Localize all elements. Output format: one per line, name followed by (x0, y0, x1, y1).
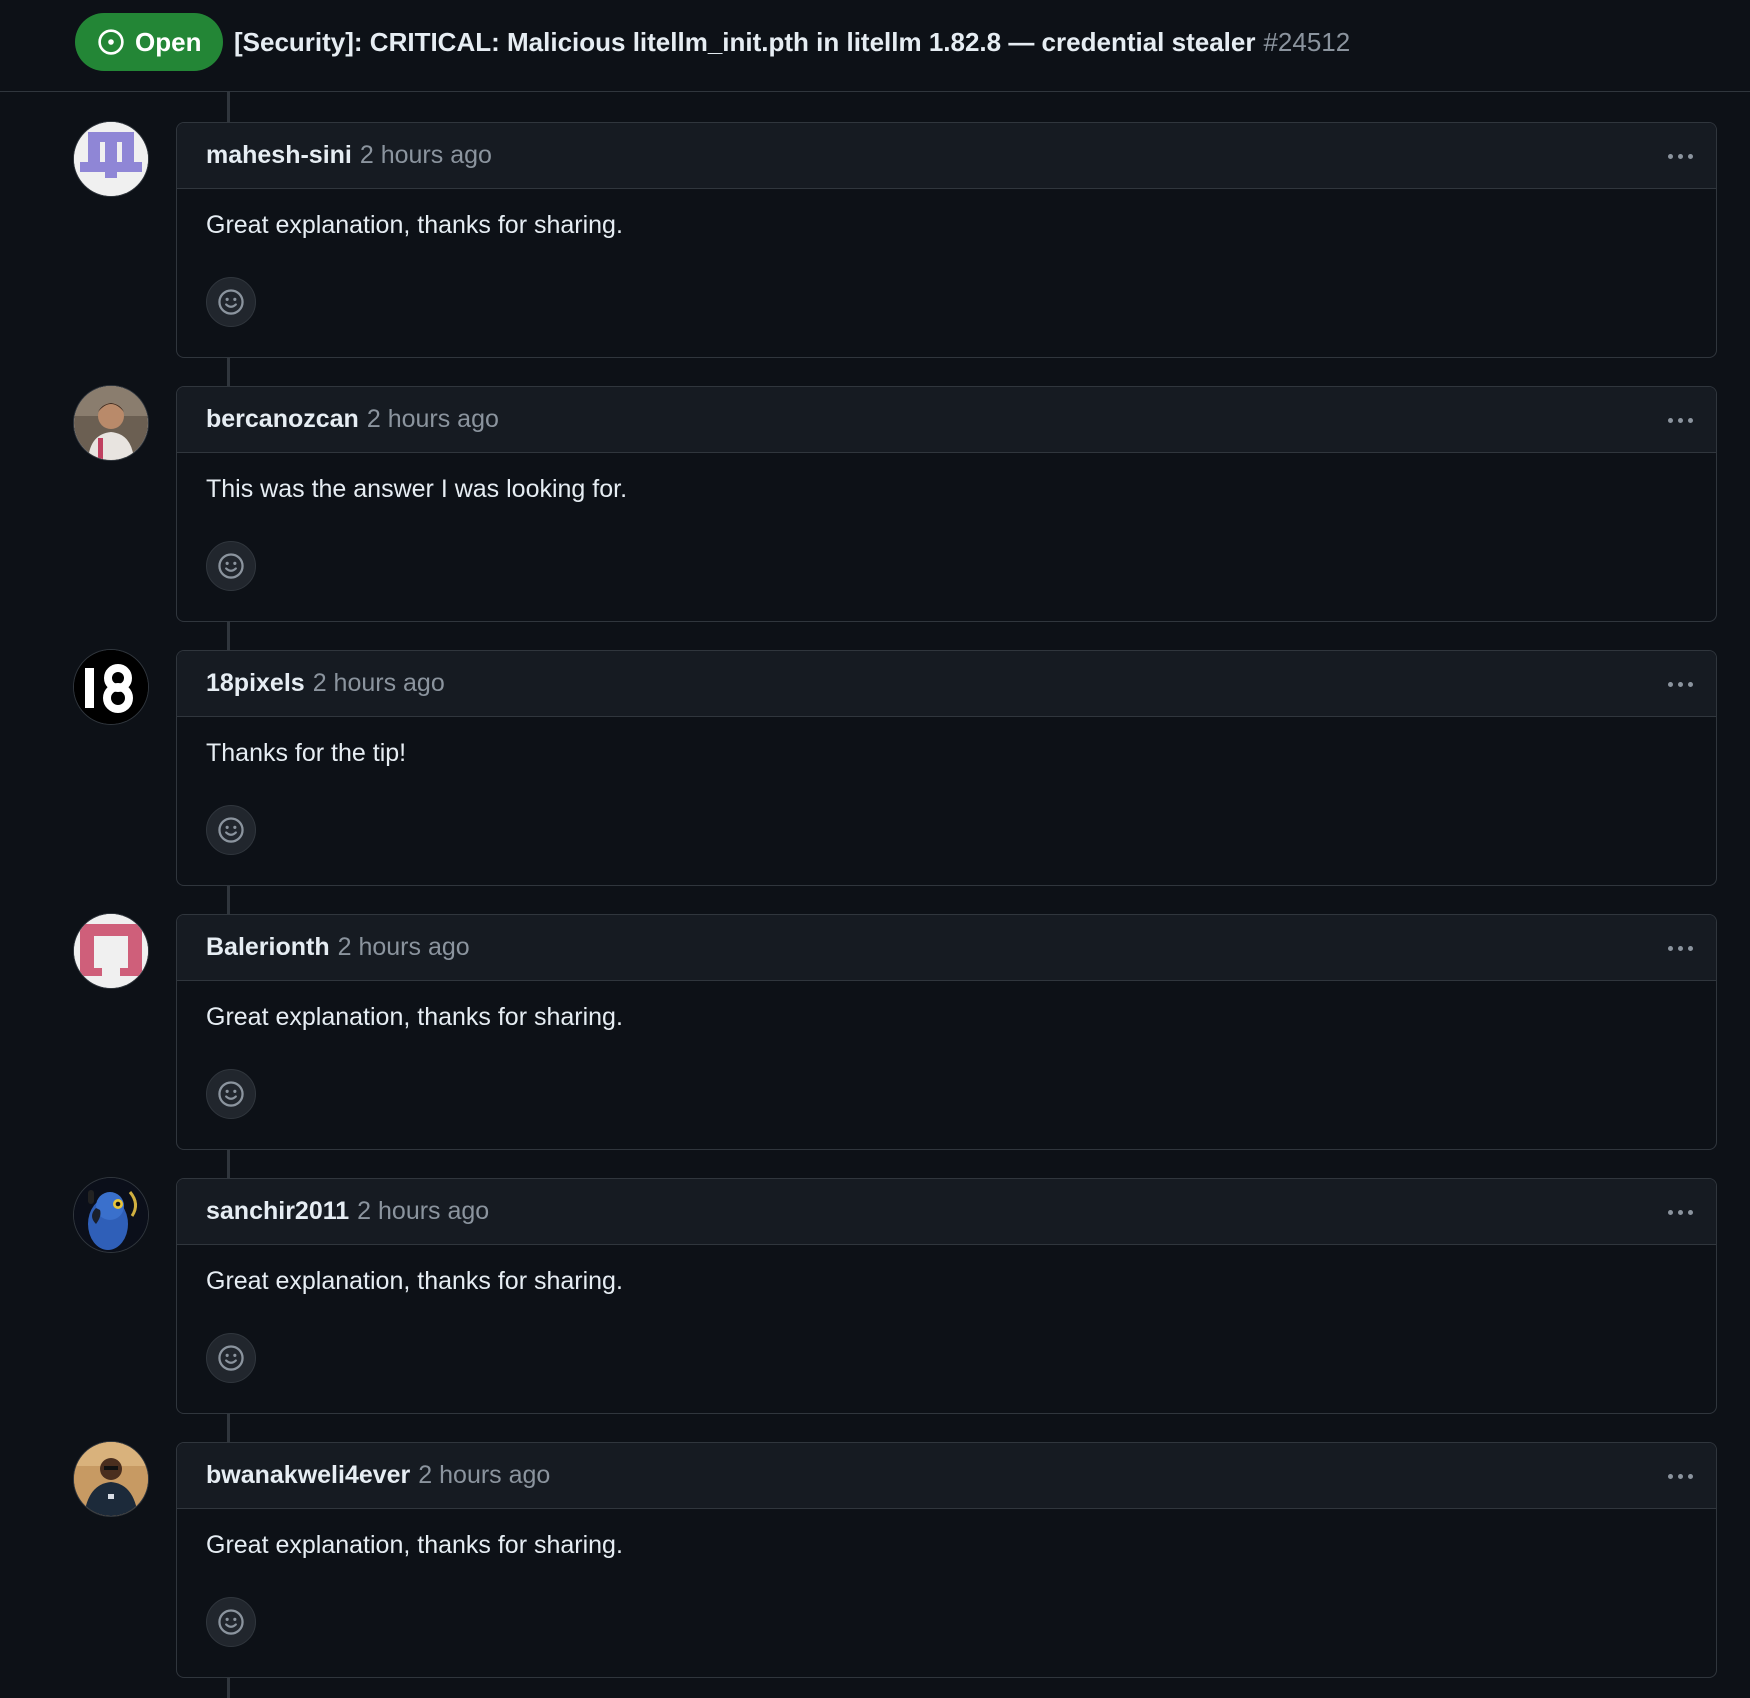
comment-box: 18pixels 2 hours ago Thanks for the tip! (176, 650, 1717, 886)
timeline-comment: 18pixels 2 hours ago Thanks for the tip! (0, 650, 1750, 886)
issue-title: [Security]: CRITICAL: Malicious litellm_… (234, 22, 1350, 62)
avatar[interactable] (74, 650, 148, 724)
parrot-icon (74, 1178, 148, 1252)
smiley-icon (218, 289, 244, 315)
comment-author[interactable]: 18pixels (206, 669, 305, 698)
smiley-icon (218, 817, 244, 843)
comment-author[interactable]: sanchir2011 (206, 1197, 349, 1226)
timeline-comment: sanchir2011 2 hours ago Great explanatio… (0, 1178, 1750, 1414)
timeline-comment: mahesh-sini 2 hours ago Great explanatio… (0, 122, 1750, 358)
avatar[interactable] (74, 122, 148, 196)
comment-body: This was the answer I was looking for. (206, 475, 628, 503)
add-reaction-button[interactable] (206, 1333, 256, 1383)
kebab-horizontal-icon[interactable] (1660, 665, 1700, 703)
avatar[interactable] (74, 914, 148, 988)
comment-header: mahesh-sini 2 hours ago (177, 123, 1716, 189)
comment-timestamp[interactable]: 2 hours ago (360, 141, 492, 170)
issue-state-badge: Open (75, 13, 224, 71)
timeline-comment: bercanozcan 2 hours ago This was the ans… (0, 386, 1750, 622)
add-reaction-button[interactable] (206, 1597, 256, 1647)
smiley-icon (218, 1081, 244, 1107)
comment-timestamp[interactable]: 2 hours ago (338, 933, 470, 962)
comment-timestamp[interactable]: 2 hours ago (357, 1197, 489, 1226)
comment-timeline: mahesh-sini 2 hours ago Great explanatio… (0, 92, 1750, 1698)
comment-header: 18pixels 2 hours ago (177, 651, 1716, 717)
comment-body: Great explanation, thanks for sharing. (206, 1531, 623, 1559)
comment-body: Great explanation, thanks for sharing. (206, 1267, 623, 1295)
comment-body: Thanks for the tip! (206, 739, 407, 767)
issue-state-label: Open (135, 26, 202, 57)
add-reaction-button[interactable] (206, 805, 256, 855)
timeline-comment: bwanakweli4ever 2 hours ago Great explan… (0, 1442, 1750, 1678)
avatar[interactable] (74, 1442, 148, 1516)
comment-timestamp[interactable]: 2 hours ago (418, 1461, 550, 1490)
issue-title-text: [Security]: CRITICAL: Malicious litellm_… (234, 26, 1256, 57)
issue-number: #24512 (1263, 26, 1351, 57)
identicon-purple-icon (74, 122, 148, 196)
comment-box: mahesh-sini 2 hours ago Great explanatio… (176, 122, 1717, 358)
issue-opened-icon (98, 29, 124, 55)
comment-header: bwanakweli4ever 2 hours ago (177, 1443, 1716, 1509)
add-reaction-button[interactable] (206, 277, 256, 327)
user-photo-icon (74, 1442, 148, 1516)
smiley-icon (218, 553, 244, 579)
kebab-horizontal-icon[interactable] (1660, 401, 1700, 439)
avatar[interactable] (74, 1178, 148, 1252)
comment-author[interactable]: bwanakweli4ever (206, 1461, 410, 1490)
kebab-horizontal-icon[interactable] (1660, 137, 1700, 175)
smiley-icon (218, 1609, 244, 1635)
comment-body: Great explanation, thanks for sharing. (206, 1003, 623, 1031)
comment-box: sanchir2011 2 hours ago Great explanatio… (176, 1178, 1717, 1414)
number-18-icon (74, 650, 148, 724)
kebab-horizontal-icon[interactable] (1660, 929, 1700, 967)
comment-header: sanchir2011 2 hours ago (177, 1179, 1716, 1245)
comment-header: bercanozcan 2 hours ago (177, 387, 1716, 453)
issue-header: Open [Security]: CRITICAL: Malicious lit… (0, 0, 1750, 92)
kebab-horizontal-icon[interactable] (1660, 1457, 1700, 1495)
smiley-icon (218, 1345, 244, 1371)
add-reaction-button[interactable] (206, 541, 256, 591)
comment-timestamp[interactable]: 2 hours ago (313, 669, 445, 698)
comment-author[interactable]: Balerionth (206, 933, 330, 962)
comment-box: bercanozcan 2 hours ago This was the ans… (176, 386, 1717, 622)
comment-box: bwanakweli4ever 2 hours ago Great explan… (176, 1442, 1717, 1678)
identicon-pink-icon (74, 914, 148, 988)
comment-header: Balerionth 2 hours ago (177, 915, 1716, 981)
avatar[interactable] (74, 386, 148, 460)
kebab-horizontal-icon[interactable] (1660, 1193, 1700, 1231)
comment-author[interactable]: mahesh-sini (206, 141, 352, 170)
comment-body: Great explanation, thanks for sharing. (206, 211, 623, 239)
timeline-comment: Balerionth 2 hours ago Great explanation… (0, 914, 1750, 1150)
comment-box: Balerionth 2 hours ago Great explanation… (176, 914, 1717, 1150)
comment-author[interactable]: bercanozcan (206, 405, 359, 434)
add-reaction-button[interactable] (206, 1069, 256, 1119)
comment-timestamp[interactable]: 2 hours ago (367, 405, 499, 434)
user-photo-icon (74, 386, 148, 460)
